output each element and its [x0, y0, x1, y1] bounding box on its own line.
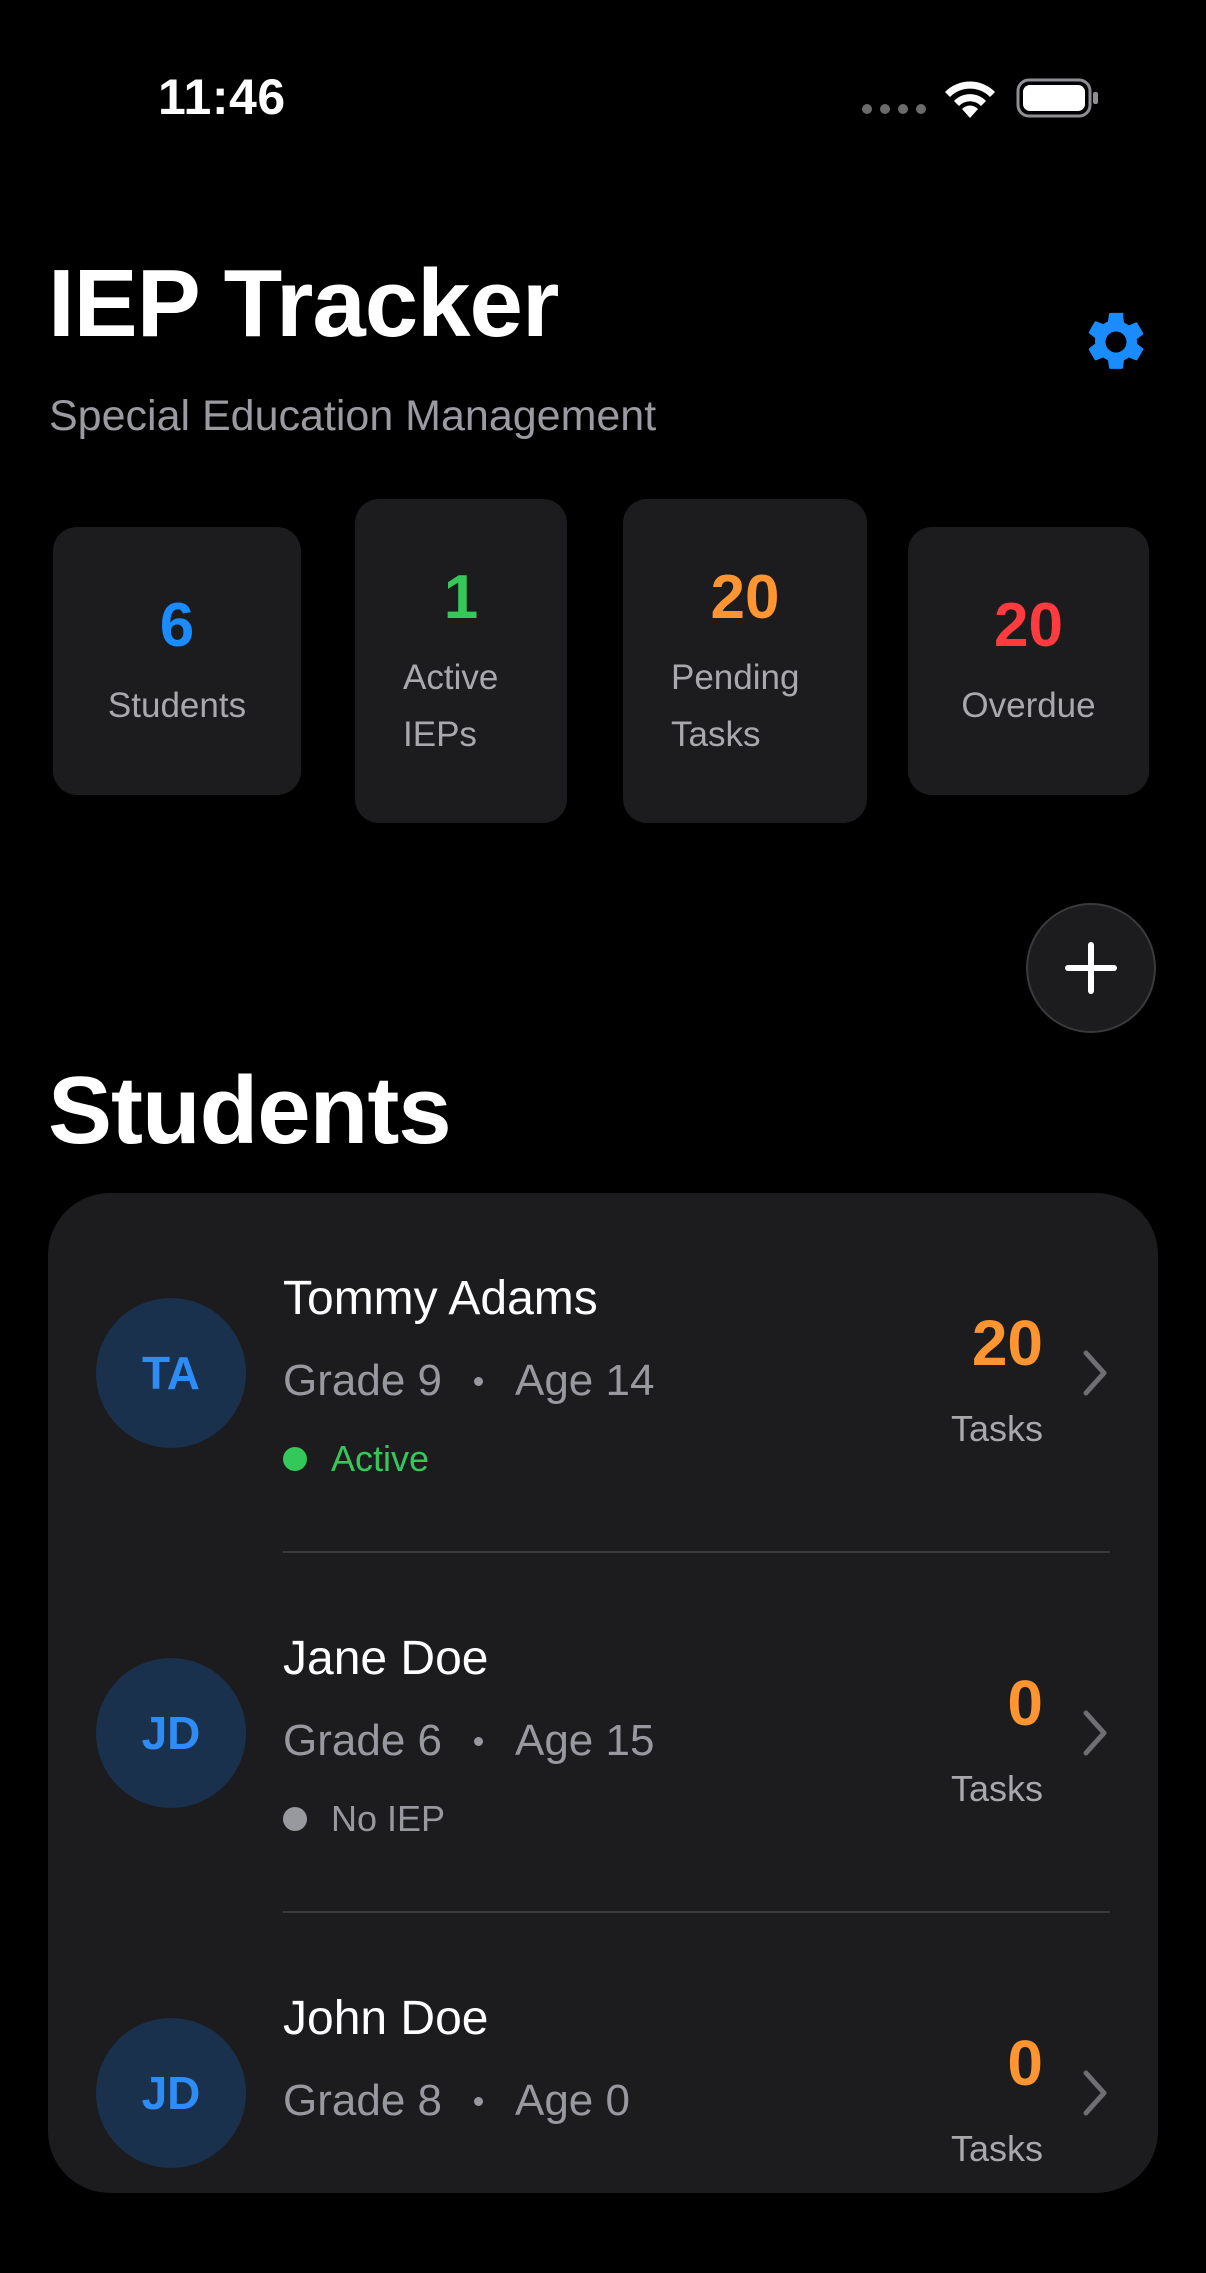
stat-pending-tasks-value: 20	[710, 563, 780, 632]
stat-students-value: 6	[159, 591, 195, 660]
task-count-label: Tasks	[950, 1408, 1043, 1449]
task-count: 20	[971, 1307, 1043, 1379]
student-grade: Grade 8	[283, 2076, 442, 2125]
settings-button[interactable]	[1080, 306, 1152, 378]
stat-overdue-label: Overdue	[961, 686, 1096, 725]
iep-status: No IEP	[283, 1798, 445, 1840]
status-time: 11:46	[158, 69, 286, 125]
avatar: TA	[96, 1298, 246, 1448]
stat-overdue-value: 20	[994, 591, 1063, 660]
stat-card-pending-tasks: 20 Pending Tasks	[623, 499, 867, 823]
avatar: JD	[96, 2018, 246, 2168]
separator-dot	[473, 1736, 483, 1746]
chevron-right-icon	[1083, 2070, 1107, 2116]
plus-icon	[1065, 942, 1117, 994]
battery-icon	[1016, 78, 1098, 118]
student-age: Age 14	[514, 1356, 655, 1405]
student-name: John Doe	[283, 1992, 489, 2045]
iep-status-label: No IEP	[331, 1798, 446, 1839]
student-meta: Grade 6 Age 15	[283, 1716, 654, 1766]
chevron-right-icon	[1083, 1710, 1107, 1756]
student-name: Tommy Adams	[283, 1272, 598, 1325]
student-age: Age 0	[514, 2076, 630, 2125]
stat-pending-tasks-label-line1: Pending	[671, 658, 800, 697]
stat-card-active-ieps: 1 Active IEPs	[355, 499, 567, 823]
student-row[interactable]: JD John Doe Grade 8 Age 0 0 Tasks	[48, 1913, 1158, 2273]
task-count: 0	[1007, 1667, 1043, 1739]
add-student-button[interactable]	[1026, 903, 1156, 1033]
avatar: JD	[96, 1658, 246, 1808]
student-meta: Grade 9 Age 14	[283, 1356, 654, 1406]
student-age: Age 15	[514, 1716, 655, 1765]
gear-icon	[1088, 312, 1144, 369]
stat-students-label: Students	[107, 686, 247, 725]
page-title: IEP Tracker	[48, 250, 559, 357]
separator-dot	[473, 2096, 483, 2106]
cellular-signal-icon	[862, 104, 926, 114]
wifi-icon	[945, 81, 995, 118]
task-count-label: Tasks	[950, 1768, 1043, 1809]
student-row[interactable]: JD Jane Doe Grade 6 Age 15 No IEP 0 Task…	[48, 1553, 1158, 1913]
page-subtitle: Special Education Management	[49, 392, 657, 440]
student-grade: Grade 9	[283, 1356, 442, 1405]
students-list: TA Tommy Adams Grade 9 Age 14 Active 20 …	[48, 1193, 1158, 2193]
student-grade: Grade 6	[283, 1716, 442, 1765]
iep-status: Active	[283, 1438, 429, 1480]
status-dot-icon	[283, 1447, 307, 1471]
iep-status-label: Active	[331, 1438, 430, 1479]
stat-active-ieps-label-line1: Active	[403, 658, 499, 697]
student-row[interactable]: TA Tommy Adams Grade 9 Age 14 Active 20 …	[48, 1193, 1158, 1553]
stat-active-ieps-value: 1	[443, 563, 479, 632]
chevron-right-icon	[1083, 1350, 1107, 1396]
stat-pending-tasks-label-line2: Tasks	[671, 715, 761, 754]
student-meta: Grade 8 Age 0	[283, 2076, 630, 2126]
status-dot-icon	[283, 1807, 307, 1831]
students-section-title: Students	[48, 1057, 452, 1164]
stat-active-ieps-label-line2: IEPs	[403, 715, 477, 754]
task-count-label: Tasks	[950, 2128, 1043, 2169]
stat-card-students: 6 Students	[53, 527, 301, 795]
task-count: 0	[1007, 2027, 1043, 2099]
stat-card-overdue: 20 Overdue	[908, 527, 1149, 795]
student-name: Jane Doe	[283, 1632, 489, 1685]
separator-dot	[473, 1376, 483, 1386]
